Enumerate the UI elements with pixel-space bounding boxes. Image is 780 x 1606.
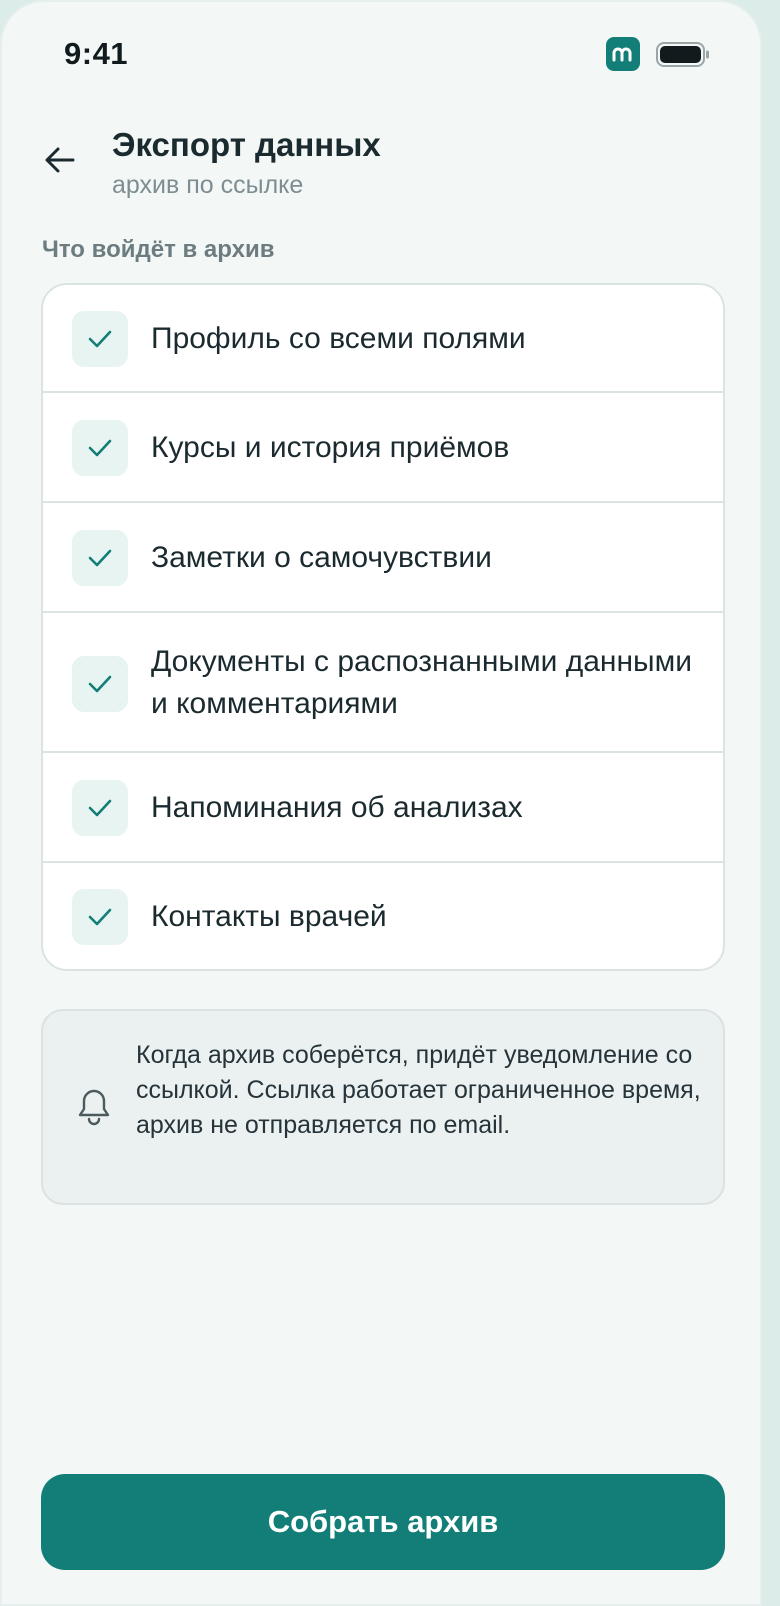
list-item-label: Напоминания об анализах bbox=[151, 791, 523, 824]
page-header: Экспорт данных архив по ссылке bbox=[2, 112, 760, 212]
back-arrow-icon bbox=[45, 147, 75, 173]
checkbox[interactable] bbox=[72, 311, 128, 367]
status-time: 9:41 bbox=[64, 36, 129, 71]
check-icon bbox=[88, 330, 112, 348]
status-bar: 9:41 bbox=[2, 2, 760, 106]
phone-screen: 9:41 Экспорт данных архив по ссылке Что … bbox=[0, 0, 762, 1606]
list-item-label: Документы с распознанными данными и комм… bbox=[151, 645, 692, 720]
check-icon bbox=[88, 549, 112, 567]
list-item-reminders[interactable]: Напоминания об анализах bbox=[43, 753, 723, 863]
checkbox[interactable] bbox=[72, 780, 128, 836]
list-item-label: Профиль со всеми полями bbox=[151, 322, 526, 355]
list-item-courses[interactable]: Курсы и история приёмов bbox=[43, 393, 723, 503]
section-label: Что войдёт в архив bbox=[42, 236, 275, 263]
archive-contents-list: Профиль со всеми полями Курсы и история … bbox=[41, 283, 725, 971]
info-notice: Когда архив соберётся, придёт уведомлени… bbox=[41, 1009, 725, 1205]
checkbox[interactable] bbox=[72, 656, 128, 712]
bell-icon bbox=[73, 1086, 115, 1128]
battery-icon bbox=[656, 42, 710, 67]
checkbox[interactable] bbox=[72, 530, 128, 586]
list-item-documents[interactable]: Документы с распознанными данными и комм… bbox=[43, 613, 723, 753]
page-subtitle: архив по ссылке bbox=[112, 171, 304, 199]
list-item-doctors[interactable]: Контакты врачей bbox=[43, 863, 723, 969]
page-title: Экспорт данных bbox=[112, 126, 381, 163]
app-m-icon bbox=[606, 37, 640, 71]
list-item-label: Контакты врачей bbox=[151, 900, 387, 933]
check-icon bbox=[88, 799, 112, 817]
list-item-profile[interactable]: Профиль со всеми полями bbox=[43, 285, 723, 393]
checkbox[interactable] bbox=[72, 420, 128, 476]
list-item-label: Заметки о самочувствии bbox=[151, 541, 492, 574]
collect-archive-button[interactable]: Собрать архив bbox=[41, 1474, 725, 1570]
list-item-notes[interactable]: Заметки о самочувствии bbox=[43, 503, 723, 613]
check-icon bbox=[88, 439, 112, 457]
notice-text: Когда архив соберётся, придёт уведомлени… bbox=[136, 1041, 701, 1139]
back-button[interactable] bbox=[38, 138, 82, 182]
checkbox[interactable] bbox=[72, 889, 128, 945]
check-icon bbox=[88, 908, 112, 926]
list-item-label: Курсы и история приёмов bbox=[151, 431, 510, 464]
check-icon bbox=[88, 675, 112, 693]
